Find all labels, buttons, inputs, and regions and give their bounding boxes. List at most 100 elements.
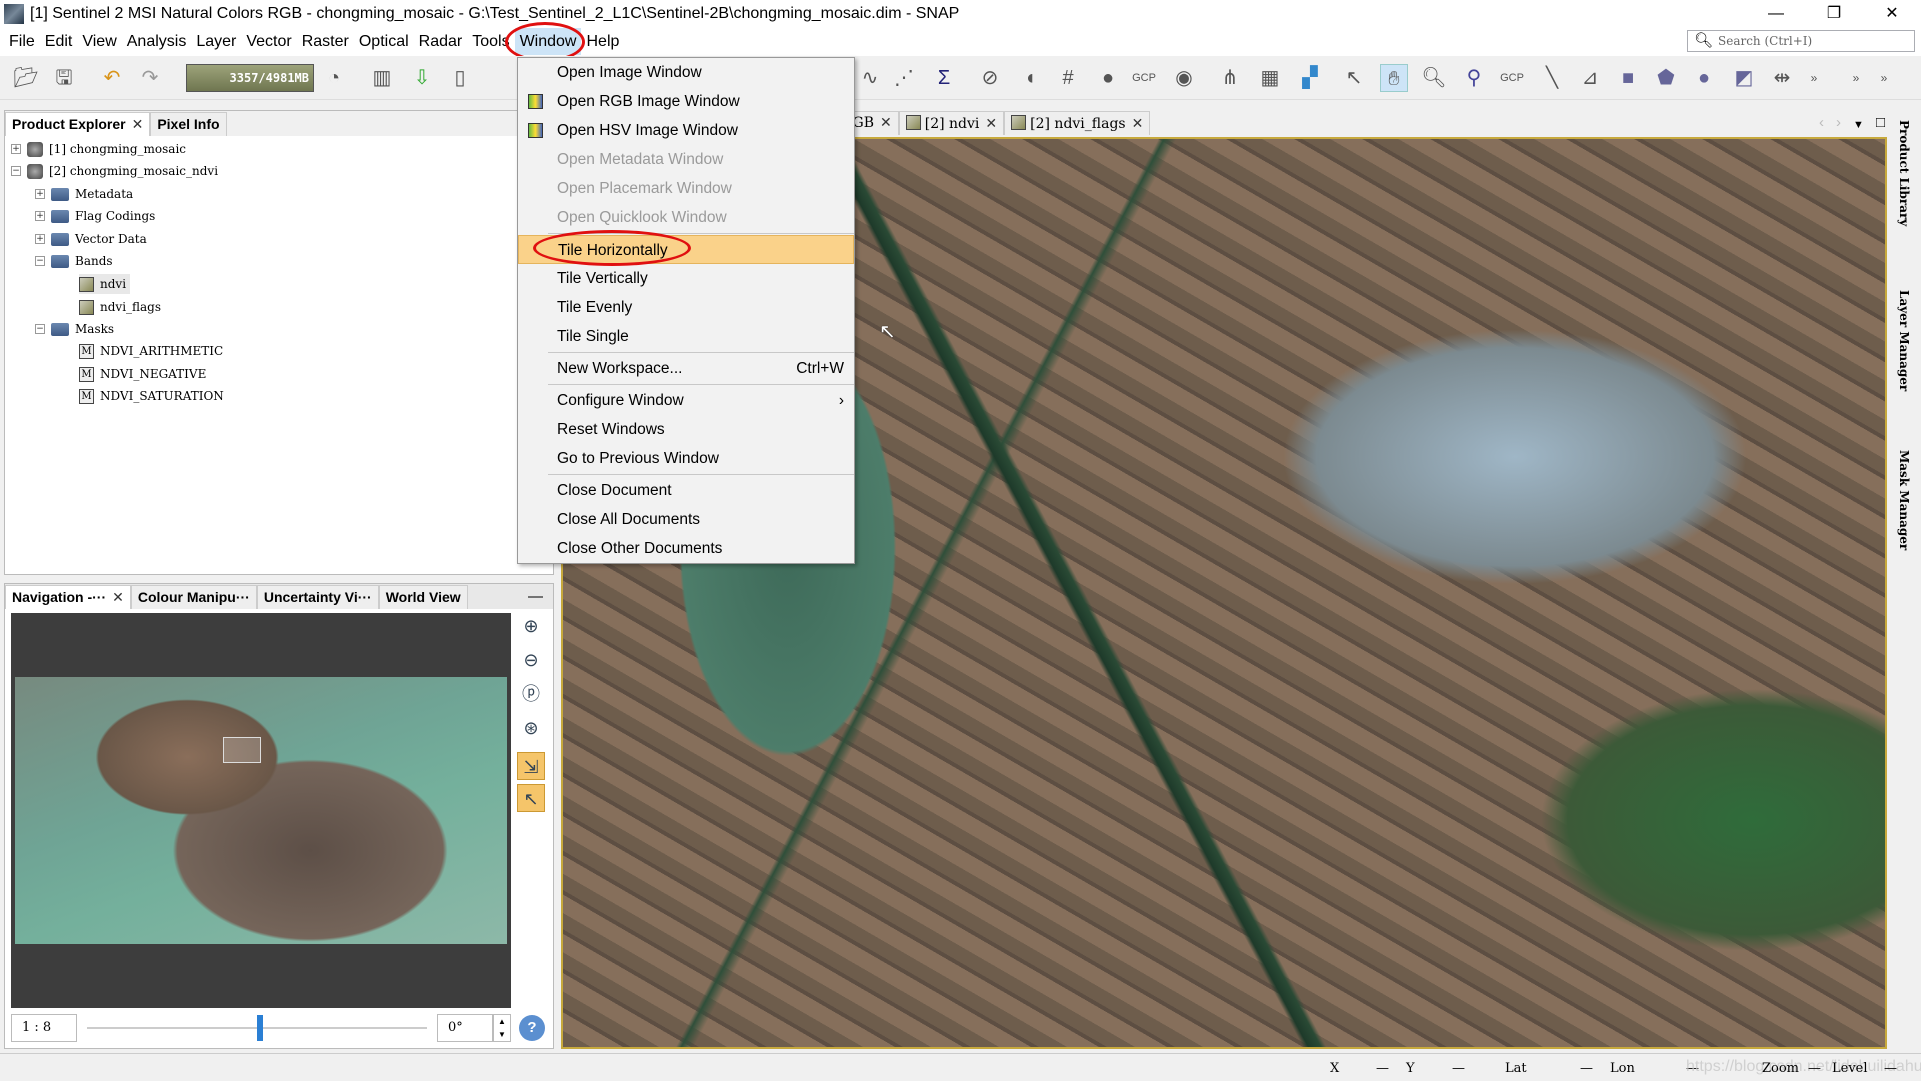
pin-placing-tool-icon[interactable]: ⚲ bbox=[1460, 64, 1488, 92]
redo-icon[interactable]: ↷ bbox=[136, 64, 164, 92]
scatter-plot-icon[interactable]: ⋰ bbox=[890, 64, 918, 92]
menu-item-open-hsv-image-window[interactable]: Open HSV Image Window bbox=[518, 116, 854, 145]
tree-item-ndvi[interactable]: ndvi bbox=[79, 274, 131, 294]
menu-item-tile-evenly[interactable]: Tile Evenly bbox=[518, 293, 854, 322]
close-icon[interactable]: ✕ bbox=[985, 116, 997, 132]
menu-file[interactable]: File bbox=[4, 28, 40, 55]
pin-icon[interactable]: ⊘ bbox=[976, 64, 1004, 92]
menu-item-tile-single[interactable]: Tile Single bbox=[518, 322, 854, 351]
menu-raster[interactable]: Raster bbox=[297, 28, 354, 55]
scroll-left-icon[interactable]: ‹ bbox=[1813, 114, 1830, 135]
tree-item-ndvi-flags[interactable]: ndvi_flags bbox=[79, 297, 161, 317]
graph-builder-icon[interactable]: ⋔ bbox=[1216, 64, 1244, 92]
menu-optical[interactable]: Optical bbox=[354, 28, 414, 55]
menu-item-reset-windows[interactable]: Reset Windows bbox=[518, 415, 854, 444]
document-list-icon[interactable]: ▼ bbox=[1847, 119, 1870, 135]
more-chevron-icon-2[interactable]: » bbox=[1842, 64, 1870, 92]
menu-layer[interactable]: Layer bbox=[191, 28, 241, 55]
zoom-pixel-icon[interactable]: ⓟ bbox=[517, 680, 545, 708]
tree-item-product-2[interactable]: − [2] chongming_mosaic_ndvi bbox=[11, 161, 218, 181]
tree-item-metadata[interactable]: + Metadata bbox=[35, 184, 133, 204]
close-icon[interactable]: ✕ bbox=[1132, 116, 1144, 132]
gcp-placing-tool-icon[interactable]: GCP bbox=[1498, 64, 1526, 92]
tab-product-explorer[interactable]: Product Explorer ✕ bbox=[5, 112, 151, 136]
zoom-in-icon[interactable]: ⊕ bbox=[517, 612, 545, 640]
search-input[interactable]: Search (Ctrl+I) bbox=[1687, 30, 1915, 52]
overlay-icon[interactable]: ◉ bbox=[1170, 64, 1198, 92]
memory-indicator[interactable]: 3357/4981MB bbox=[186, 64, 314, 92]
close-icon[interactable]: ✕ bbox=[132, 116, 144, 132]
menu-help[interactable]: Help bbox=[581, 28, 624, 55]
undo-icon[interactable]: ↶ bbox=[98, 64, 126, 92]
expand-icon[interactable]: + bbox=[35, 234, 45, 244]
export-icon[interactable]: ⇩ bbox=[408, 64, 436, 92]
gc-icon[interactable]: ◔ bbox=[320, 64, 348, 92]
rotation-spinner[interactable]: ▲ ▼ bbox=[493, 1014, 511, 1042]
sync-cursor-icon[interactable]: ↖ bbox=[517, 784, 545, 812]
menu-item-configure-window[interactable]: Configure Window › bbox=[518, 386, 854, 415]
menu-item-close-all-documents[interactable]: Close All Documents bbox=[518, 505, 854, 534]
sidebar-product-library[interactable]: Product Library bbox=[1897, 120, 1911, 226]
tree-item-mask-saturation[interactable]: M NDVI_SATURATION bbox=[79, 386, 224, 406]
doc-tab-ndvi-flags[interactable]: [2] ndvi_flags ✕ bbox=[1004, 111, 1151, 135]
gcp-manager-icon[interactable]: GCP bbox=[1130, 64, 1158, 92]
save-product-icon[interactable]: 🖫 bbox=[50, 64, 78, 92]
menu-item-new-workspace[interactable]: New Workspace... Ctrl+W bbox=[518, 354, 854, 383]
tab-world-view[interactable]: World View bbox=[378, 585, 468, 609]
spectrum-icon[interactable]: ∿ bbox=[856, 64, 884, 92]
placemark-icon[interactable]: ● bbox=[1094, 64, 1122, 92]
rotation-field[interactable]: 0° bbox=[437, 1014, 493, 1042]
tree-item-flag-codings[interactable]: + Flag Codings bbox=[35, 206, 155, 226]
session-icon[interactable]: ▯ bbox=[446, 64, 474, 92]
polyline-tool-icon[interactable]: ⊿ bbox=[1576, 64, 1604, 92]
menu-item-tile-vertically[interactable]: Tile Vertically bbox=[518, 264, 854, 293]
tab-navigation[interactable]: Navigation -··· ✕ bbox=[5, 585, 131, 609]
close-icon[interactable]: ✕ bbox=[880, 115, 892, 131]
tab-colour-manipulation[interactable]: Colour Manipu··· bbox=[130, 585, 257, 609]
menu-item-open-image-window[interactable]: Open Image Window bbox=[518, 58, 854, 87]
menu-item-open-rgb-image-window[interactable]: Open RGB Image Window bbox=[518, 87, 854, 116]
zoom-tool-icon[interactable]: 🔍︎ bbox=[1420, 64, 1448, 92]
statistics-icon[interactable]: Σ bbox=[930, 64, 958, 92]
tree-item-mask-negative[interactable]: M NDVI_NEGATIVE bbox=[79, 364, 206, 384]
tree-item-vector-data[interactable]: + Vector Data bbox=[35, 229, 147, 249]
maximize-icon[interactable]: □ bbox=[1870, 114, 1891, 135]
sidebar-mask-manager[interactable]: Mask Manager bbox=[1897, 450, 1911, 550]
zoom-slider[interactable] bbox=[87, 1015, 427, 1041]
zoom-out-icon[interactable]: ⊖ bbox=[517, 646, 545, 674]
batch-processing-icon[interactable]: ▦ bbox=[1256, 64, 1284, 92]
doc-tab-ndvi[interactable]: [2] ndvi ✕ bbox=[898, 111, 1005, 135]
tree-item-bands[interactable]: − Bands bbox=[35, 251, 113, 271]
navigation-canvas[interactable] bbox=[11, 613, 511, 1008]
menu-view[interactable]: View bbox=[77, 28, 121, 55]
minimize-panel-button[interactable]: — bbox=[518, 588, 553, 609]
tree-item-mask-arithmetic[interactable]: M NDVI_ARITHMETIC bbox=[79, 341, 223, 361]
world-map-icon[interactable]: ▞ bbox=[1296, 64, 1324, 92]
restore-button[interactable]: ❐ bbox=[1805, 0, 1863, 27]
menu-vector[interactable]: Vector bbox=[241, 28, 296, 55]
scroll-right-icon[interactable]: › bbox=[1830, 114, 1847, 135]
pin-manager-icon[interactable]: ◖ bbox=[1016, 64, 1044, 92]
collapse-icon[interactable]: − bbox=[11, 166, 21, 176]
collapse-icon[interactable]: − bbox=[35, 324, 45, 334]
tab-uncertainty-visualisation[interactable]: Uncertainty Vi··· bbox=[256, 585, 379, 609]
menu-item-go-to-previous-window[interactable]: Go to Previous Window bbox=[518, 444, 854, 473]
help-button[interactable]: ? bbox=[519, 1015, 545, 1041]
tab-pixel-info[interactable]: Pixel Info bbox=[150, 112, 227, 136]
slider-thumb[interactable] bbox=[257, 1015, 263, 1041]
line-tool-icon[interactable]: ╲ bbox=[1538, 64, 1566, 92]
expand-icon[interactable]: + bbox=[35, 189, 45, 199]
viewport-rectangle[interactable] bbox=[223, 737, 261, 763]
expand-icon[interactable]: + bbox=[11, 144, 21, 154]
close-icon[interactable]: ✕ bbox=[112, 589, 124, 605]
polygon-tool-icon[interactable]: ⬟ bbox=[1652, 64, 1680, 92]
open-product-icon[interactable]: 📂︎ bbox=[12, 64, 40, 92]
magic-wand-icon[interactable]: ◩ bbox=[1730, 64, 1758, 92]
range-finder-icon[interactable]: ⇹ bbox=[1768, 64, 1796, 92]
sync-views-icon[interactable]: ⇲ bbox=[517, 752, 545, 780]
tree-item-masks[interactable]: − Masks bbox=[35, 319, 114, 339]
collapse-icon[interactable]: − bbox=[35, 256, 45, 266]
sidebar-layer-manager[interactable]: Layer Manager bbox=[1897, 290, 1911, 391]
menu-item-close-other-documents[interactable]: Close Other Documents bbox=[518, 534, 854, 563]
more-chevron-icon-3[interactable]: » bbox=[1870, 64, 1898, 92]
